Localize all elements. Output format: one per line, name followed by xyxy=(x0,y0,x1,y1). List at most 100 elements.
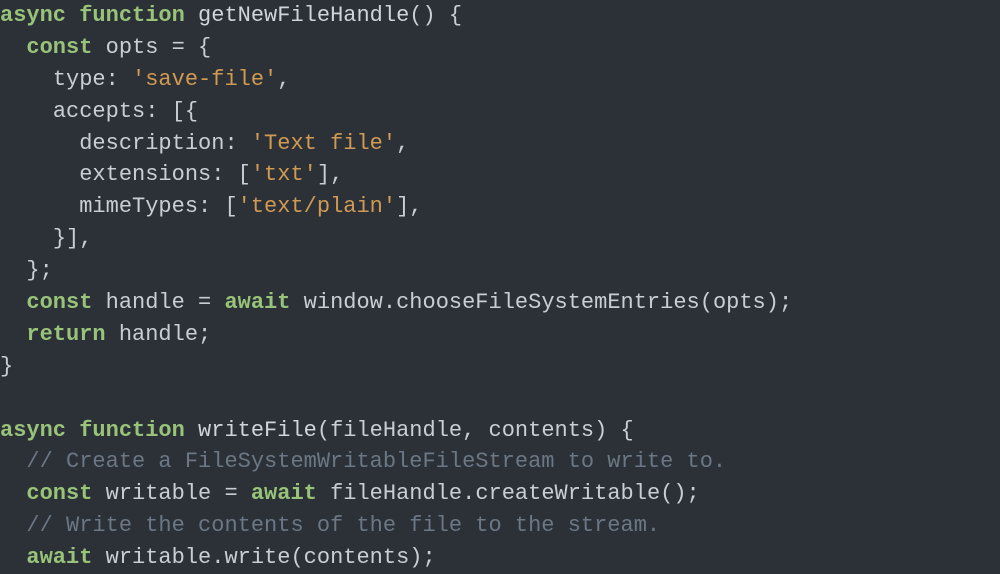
code-token xyxy=(0,481,26,506)
code-token xyxy=(0,322,26,347)
code-line: const writable = await fileHandle.create… xyxy=(0,481,700,506)
code-token: ( xyxy=(290,545,303,570)
code-token: ; xyxy=(198,322,211,347)
code-token: // Write the contents of the file to the… xyxy=(26,513,660,538)
code-token: }; xyxy=(26,258,52,283)
code-token: function xyxy=(79,3,185,28)
code-token xyxy=(158,99,171,124)
code-token xyxy=(317,481,330,506)
code-token xyxy=(0,162,79,187)
code-token: : xyxy=(224,131,237,156)
code-token: ], xyxy=(396,194,422,219)
code-token: ); xyxy=(409,545,435,570)
code-token xyxy=(211,290,224,315)
code-token: [ xyxy=(224,194,237,219)
code-token: // Create a FileSystemWritableFileStream… xyxy=(26,449,726,474)
code-token: async xyxy=(0,3,66,28)
code-token: getNewFileHandle xyxy=(198,3,409,28)
code-token xyxy=(607,418,620,443)
code-token xyxy=(475,418,488,443)
code-token xyxy=(185,418,198,443)
code-token: = xyxy=(198,290,211,315)
code-token xyxy=(0,449,26,474)
code-token: writable xyxy=(106,545,212,570)
code-token xyxy=(92,545,105,570)
code-token: createWritable xyxy=(475,481,660,506)
code-line: mimeTypes: ['text/plain'], xyxy=(0,194,423,219)
code-token xyxy=(106,322,119,347)
code-line: async function writeFile(fileHandle, con… xyxy=(0,418,634,443)
code-token: extensions xyxy=(79,162,211,187)
code-token: handle xyxy=(106,290,185,315)
code-token: = xyxy=(172,35,185,60)
code-token: const xyxy=(26,481,92,506)
code-token: ) xyxy=(594,418,607,443)
code-token: = xyxy=(224,481,237,506)
code-token: ( xyxy=(700,290,713,315)
code-token: 'Text file' xyxy=(251,131,396,156)
code-line: } xyxy=(0,354,13,379)
code-token: [ xyxy=(238,162,251,187)
code-token xyxy=(185,290,198,315)
code-token: function xyxy=(79,418,185,443)
code-token: handle xyxy=(119,322,198,347)
code-token: { xyxy=(198,35,211,60)
code-token: }], xyxy=(53,226,93,251)
code-token: : xyxy=(198,194,211,219)
code-token: 'save-file' xyxy=(132,67,277,92)
code-token xyxy=(238,131,251,156)
code-token: [{ xyxy=(172,99,198,124)
code-token xyxy=(0,226,53,251)
code-token xyxy=(66,3,79,28)
code-token xyxy=(0,290,26,315)
code-token: opts xyxy=(713,290,766,315)
code-token: contents xyxy=(489,418,595,443)
code-token: , xyxy=(462,418,475,443)
code-token: { xyxy=(621,418,634,443)
code-token: : xyxy=(106,67,119,92)
code-token xyxy=(66,418,79,443)
code-token xyxy=(0,194,79,219)
code-line: }], xyxy=(0,226,92,251)
code-token: const xyxy=(26,290,92,315)
code-token: await xyxy=(26,545,92,570)
code-token: { xyxy=(449,3,462,28)
code-line: extensions: ['txt'], xyxy=(0,162,343,187)
code-token xyxy=(92,290,105,315)
code-line: await writable.write(contents); xyxy=(0,545,436,570)
code-token xyxy=(92,35,105,60)
code-token: type xyxy=(53,67,106,92)
code-line: const opts = { xyxy=(0,35,211,60)
code-token: mimeTypes xyxy=(79,194,198,219)
code-token xyxy=(185,3,198,28)
code-token: 'txt' xyxy=(251,162,317,187)
code-token xyxy=(0,258,26,283)
code-token: write xyxy=(224,545,290,570)
code-line: async function getNewFileHandle() { xyxy=(0,3,462,28)
code-token: writeFile xyxy=(198,418,317,443)
code-token: const xyxy=(26,35,92,60)
code-line: description: 'Text file', xyxy=(0,131,409,156)
code-token: contents xyxy=(304,545,410,570)
code-token: description xyxy=(79,131,224,156)
code-token xyxy=(0,35,26,60)
code-token: ( xyxy=(317,418,330,443)
code-token: fileHandle xyxy=(330,481,462,506)
code-token xyxy=(290,290,303,315)
code-token: } xyxy=(0,354,13,379)
code-token xyxy=(238,481,251,506)
code-line: accepts: [{ xyxy=(0,99,198,124)
code-token: (); xyxy=(660,481,700,506)
code-token: return xyxy=(26,322,105,347)
code-token: accepts xyxy=(53,99,145,124)
code-token: fileHandle xyxy=(330,418,462,443)
code-line: // Create a FileSystemWritableFileStream… xyxy=(0,449,726,474)
code-token xyxy=(0,67,53,92)
code-token: window xyxy=(304,290,383,315)
code-token: opts xyxy=(106,35,159,60)
code-token xyxy=(0,131,79,156)
code-token xyxy=(0,513,26,538)
code-token: await xyxy=(251,481,317,506)
code-line: }; xyxy=(0,258,53,283)
code-line: return handle; xyxy=(0,322,211,347)
